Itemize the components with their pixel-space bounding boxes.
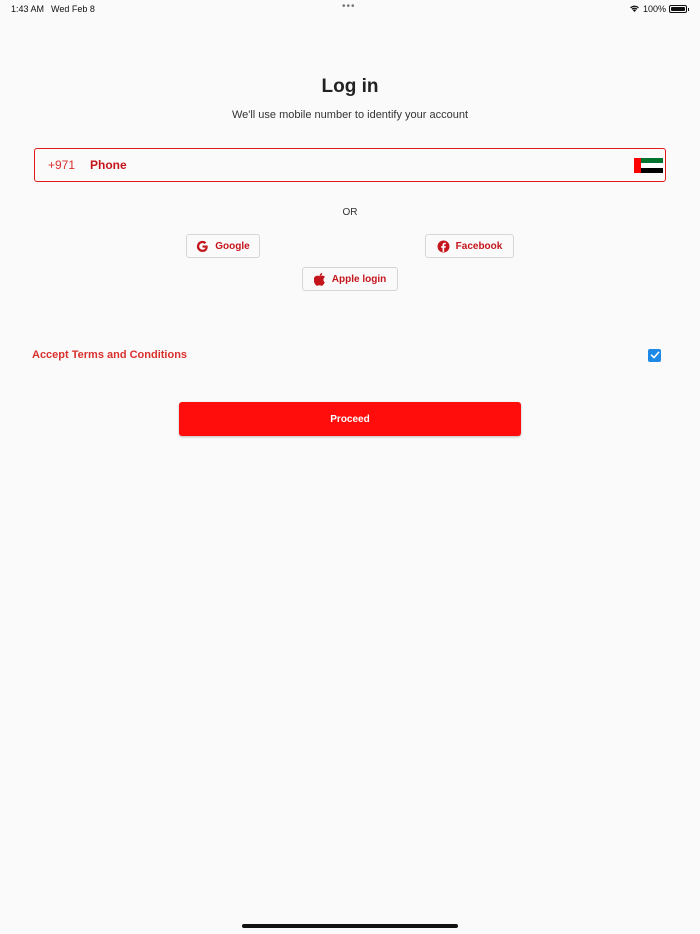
google-login-button[interactable]: Google <box>186 234 260 258</box>
checkmark-icon <box>650 347 660 365</box>
status-right: 100% <box>629 4 689 14</box>
google-icon <box>196 240 209 253</box>
phone-input[interactable] <box>90 155 610 175</box>
or-separator: OR <box>342 207 358 218</box>
status-date: Wed Feb 8 <box>51 4 95 14</box>
page-subtitle: We'll use mobile number to identify your… <box>231 109 469 121</box>
facebook-login-button[interactable]: Facebook <box>425 234 514 258</box>
page-title: Log in <box>321 76 379 97</box>
terms-checkbox[interactable] <box>648 349 661 362</box>
home-indicator[interactable] <box>242 924 458 928</box>
status-bar: 1:43 AM Wed Feb 8 ••• 100% <box>0 0 700 18</box>
wifi-icon <box>629 4 640 14</box>
proceed-button[interactable]: Proceed <box>179 402 521 436</box>
apple-login-label: Apple login <box>331 273 387 285</box>
uae-flag-icon[interactable] <box>634 158 663 173</box>
multitasking-dots[interactable]: ••• <box>342 1 356 12</box>
terms-label[interactable]: Accept Terms and Conditions <box>32 349 187 361</box>
apple-login-button[interactable]: Apple login <box>302 267 398 291</box>
google-login-label: Google <box>215 240 250 252</box>
battery-icon <box>669 5 687 13</box>
country-code[interactable]: +971 <box>48 158 75 172</box>
phone-field[interactable]: +971 <box>34 148 666 182</box>
apple-icon <box>313 272 326 286</box>
facebook-icon <box>437 240 450 253</box>
status-time: 1:43 AM <box>11 4 45 14</box>
facebook-login-label: Facebook <box>455 240 503 252</box>
battery-percent: 100% <box>642 4 666 14</box>
